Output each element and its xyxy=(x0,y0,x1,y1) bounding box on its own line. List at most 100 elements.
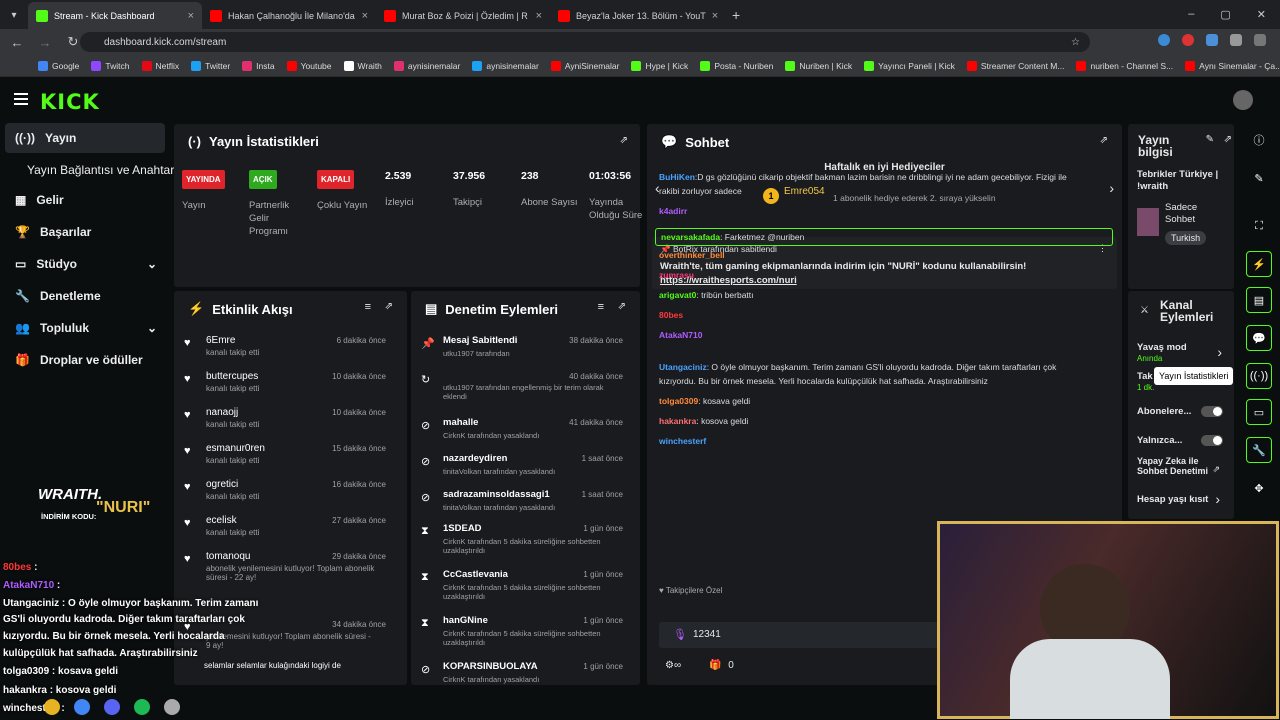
close-window-icon[interactable]: ✕ xyxy=(1257,8,1266,21)
chevron-right-icon[interactable]: › xyxy=(1217,344,1222,360)
bookmark-item[interactable]: Yayıncı Paneli | Kick xyxy=(864,60,955,71)
filter-icon[interactable]: ≡ xyxy=(598,301,604,313)
popout-icon[interactable]: ⇗ xyxy=(618,301,626,312)
chevron-right-icon[interactable]: › xyxy=(1215,491,1220,507)
popout-icon[interactable]: ⇗ xyxy=(1224,134,1232,145)
event-user[interactable]: tomanoqu xyxy=(206,551,250,562)
ai-mod-label[interactable]: Yapay Zeka ile Sohbet Denetimi xyxy=(1137,456,1209,476)
chat-username[interactable]: 80bes xyxy=(659,310,683,320)
back-icon[interactable]: ← xyxy=(10,35,24,50)
tab-youtube-3[interactable]: Beyaz'la Joker 13. Bölüm - YouT × xyxy=(550,2,724,29)
chat-bubble-icon[interactable]: 💬 xyxy=(1246,325,1272,351)
stream-info-icon[interactable]: ▭ xyxy=(1246,399,1272,425)
bookmark-item[interactable]: Insta xyxy=(242,60,275,71)
event-user[interactable]: buttercupes xyxy=(206,371,258,382)
bookmark-star-icon[interactable]: ☆ xyxy=(1071,37,1080,48)
sidebar-item-yayin[interactable]: ((·)) Yayın xyxy=(5,123,165,153)
broadcast-icon[interactable]: ((·)) xyxy=(1246,363,1272,389)
edit-pencil-icon[interactable]: ✎ xyxy=(1206,134,1214,145)
popout-icon[interactable]: ⇗ xyxy=(620,135,628,146)
event-user[interactable]: ecelisk xyxy=(206,515,237,526)
bookmark-item[interactable]: AyniSinemalar xyxy=(550,60,619,71)
top-gifter-name[interactable]: Emre054 xyxy=(784,186,825,197)
tab-youtube-2[interactable]: Murat Boz & Poizi | Özledim | R × xyxy=(376,2,550,29)
chat-username[interactable]: AtakaN710 xyxy=(659,330,702,340)
chat-username[interactable]: arigavat0 xyxy=(659,290,696,300)
avatar[interactable] xyxy=(1233,90,1253,110)
close-tab-icon[interactable]: × xyxy=(712,10,718,22)
bookmark-item[interactable]: Streamer Content M... xyxy=(966,60,1064,71)
hamburger-menu-icon[interactable] xyxy=(14,93,28,105)
sub-only-toggle[interactable] xyxy=(1201,406,1223,417)
follower-mode-label[interactable]: Tak xyxy=(1137,371,1153,382)
chat-username[interactable]: winchesterf xyxy=(659,436,706,446)
menu-kebab-icon[interactable] xyxy=(1254,34,1266,46)
info-icon[interactable]: ⓘ xyxy=(1246,127,1272,153)
url-field[interactable]: dashboard.kick.com/stream ☆ xyxy=(80,32,1090,52)
chat-username[interactable]: BuHiKen xyxy=(659,172,695,182)
category-name[interactable]: Sadece Sohbet xyxy=(1165,202,1225,226)
discord-icon[interactable] xyxy=(104,698,120,715)
chat-username[interactable]: k4adirr xyxy=(659,206,687,216)
emote-only-toggle[interactable] xyxy=(1201,435,1223,446)
slow-mode-label[interactable]: Yavaş mod xyxy=(1137,342,1187,353)
minimize-icon[interactable]: – xyxy=(1188,8,1194,21)
extensions-puzzle-icon[interactable] xyxy=(1230,34,1242,46)
bookmark-item[interactable]: Posta - Nuriben xyxy=(700,60,773,71)
popout-icon[interactable]: ⇗ xyxy=(385,301,393,312)
steam-icon[interactable] xyxy=(164,698,180,715)
document-icon[interactable]: ▤ xyxy=(1246,287,1272,313)
event-user[interactable]: ogretici xyxy=(206,479,238,490)
bookmark-item[interactable]: Hype | Kick xyxy=(631,60,688,71)
chrome-icon[interactable] xyxy=(74,698,90,715)
action-target[interactable]: nazardeydiren xyxy=(443,453,507,464)
bookmark-item[interactable]: Nuriben | Kick xyxy=(785,60,852,71)
chat-username[interactable]: tolga0309 xyxy=(659,396,698,406)
wrench-icon[interactable]: 🔧 xyxy=(1246,437,1272,463)
action-target[interactable]: CcCastlevania xyxy=(443,569,508,580)
close-tab-icon[interactable]: × xyxy=(188,10,194,22)
sidebar-item-studyo[interactable]: ▭ Stüdyo ⌄ xyxy=(5,249,165,279)
event-user[interactable]: esmanur0ren xyxy=(206,443,265,454)
age-restrict-label[interactable]: Hesap yaşı kısıt xyxy=(1137,494,1208,505)
sidebar-item-gelir[interactable]: ▦ Gelir xyxy=(5,185,165,215)
event-user[interactable]: nanaojj xyxy=(206,407,238,418)
fullscreen-icon[interactable]: ⛶ xyxy=(1246,213,1272,239)
reload-icon[interactable]: ↻ xyxy=(66,34,80,50)
chat-username[interactable]: hakankra xyxy=(659,416,696,426)
action-target[interactable]: KOPARSINBUOLAYA xyxy=(443,661,538,672)
maximize-icon[interactable]: ▢ xyxy=(1220,8,1230,21)
filter-icon[interactable]: ≡ xyxy=(365,301,371,313)
tab-youtube-1[interactable]: Hakan Çalhanoğlu İle Milano'da × xyxy=(202,2,376,29)
extension-icon[interactable] xyxy=(1182,34,1194,46)
action-target[interactable]: 1SDEAD xyxy=(443,523,482,534)
lightning-icon[interactable]: ⚡ xyxy=(1246,251,1272,277)
chat-username[interactable]: overthinker_bell xyxy=(659,250,725,260)
kick-logo[interactable]: KICK xyxy=(40,90,100,114)
bookmark-item[interactable]: Wraith xyxy=(343,60,382,71)
sidebar-item-topluluk[interactable]: 👥 Topluluk ⌄ xyxy=(5,313,165,343)
sidebar-item-basarilar[interactable]: 🏆 Başarılar xyxy=(5,217,165,247)
action-target[interactable]: hanGNine xyxy=(443,615,488,626)
settings-icon[interactable]: ⚙∞ xyxy=(665,660,681,671)
category-thumbnail[interactable] xyxy=(1137,208,1159,236)
file-explorer-icon[interactable] xyxy=(44,698,60,715)
forward-icon[interactable]: → xyxy=(38,35,52,50)
bookmark-item[interactable]: Aynı Sinemalar - Ça... xyxy=(1185,60,1280,71)
sidebar-item-droplar[interactable]: 🎁 Droplar ve ödüller xyxy=(5,345,165,375)
bookmark-item[interactable]: Twitter xyxy=(191,60,230,71)
action-target[interactable]: Mesaj Sabitlendi xyxy=(443,335,517,346)
chat-username[interactable]: Utangaciniz xyxy=(659,362,707,372)
bookmark-item[interactable]: Twitch xyxy=(91,60,130,71)
popout-icon[interactable]: ⇗ xyxy=(1100,135,1108,146)
bookmark-item[interactable]: Google xyxy=(38,60,79,71)
settings-icon[interactable]: ✥ xyxy=(1246,475,1272,501)
sidebar-item-denetleme[interactable]: 🔧 Denetleme xyxy=(5,281,165,311)
bookmark-item[interactable]: Netflix xyxy=(141,60,179,71)
bookmark-item[interactable]: aynisinemalar xyxy=(393,60,460,71)
extension-icon[interactable] xyxy=(1158,34,1170,46)
points-display[interactable]: 🎁 0 xyxy=(709,660,734,671)
bookmark-item[interactable]: Youtube xyxy=(286,60,332,71)
tab-search-icon[interactable]: ▾ xyxy=(0,2,28,29)
external-link-icon[interactable]: ⇗ xyxy=(1212,464,1220,475)
